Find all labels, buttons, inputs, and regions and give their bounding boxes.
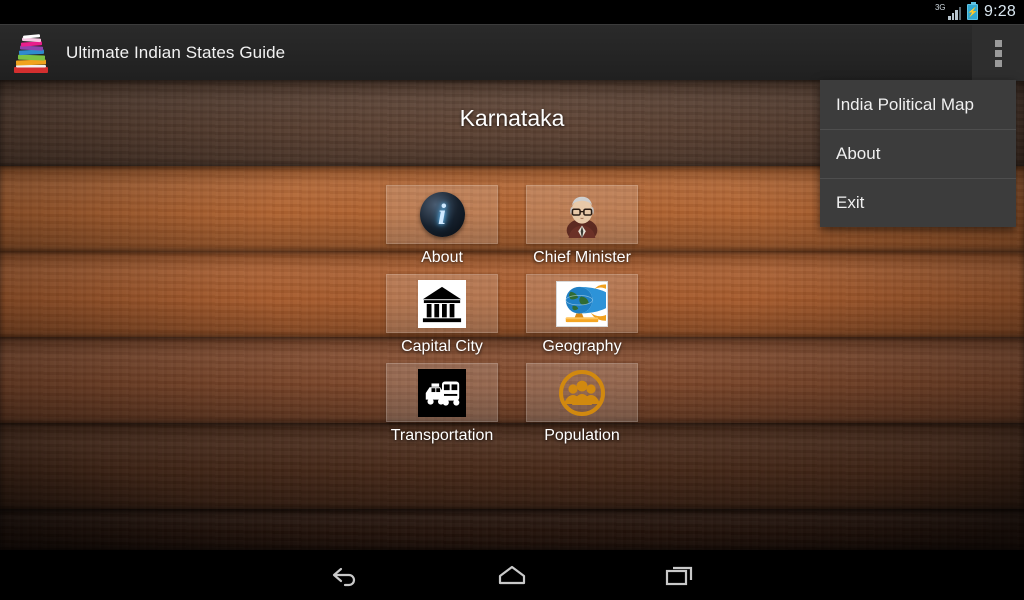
action-bar: Ultimate Indian States Guide — [0, 24, 1024, 81]
grid-row: i About Chief Minister — [386, 185, 638, 274]
grid-item-label: Geography — [542, 338, 622, 355]
grid-item-tile[interactable] — [526, 363, 638, 422]
grid-item-tile[interactable]: i — [386, 185, 498, 244]
people-group-icon — [559, 369, 605, 416]
navigation-bar — [0, 550, 1024, 600]
status-bar-clock: 9:28 — [984, 3, 1016, 20]
grid-item-tile[interactable] — [526, 274, 638, 333]
status-bar-indicators: 3G ⚡ 9:28 — [935, 2, 1016, 21]
grid-item-tile[interactable] — [386, 274, 498, 333]
grid-item-label: Population — [544, 427, 620, 444]
grid-item-label: Capital City — [401, 338, 483, 355]
grid-item-tile[interactable] — [526, 185, 638, 244]
grid-item-population[interactable]: Population — [526, 363, 638, 452]
globe-stand-icon — [556, 280, 624, 327]
grid-item-about[interactable]: i About — [386, 185, 498, 274]
overflow-menu-icon[interactable] — [972, 25, 1024, 81]
home-icon[interactable] — [482, 554, 542, 596]
politician-portrait-icon — [566, 196, 598, 238]
classical-building-icon — [418, 279, 466, 328]
battery-charging-icon: ⚡ — [967, 2, 978, 20]
status-bar: 3G ⚡ 9:28 — [0, 0, 1024, 24]
grid-row: Capital City Geography — [386, 274, 638, 363]
overflow-menu: India Political Map About Exit — [820, 80, 1016, 227]
grid-item-chief-minister[interactable]: Chief Minister — [526, 185, 638, 274]
signal-bars-icon: 3G — [935, 2, 962, 21]
grid-item-tile[interactable] — [386, 363, 498, 422]
grid-item-label: About — [421, 249, 463, 266]
grid-item-capital-city[interactable]: Capital City — [386, 274, 498, 363]
device-screen: Karnataka i About Chief Minister Capital… — [0, 0, 1024, 600]
back-arrow-icon[interactable] — [314, 554, 374, 596]
taxi-bus-icon — [418, 368, 466, 417]
signal-strength-bars — [948, 6, 962, 20]
menu-item-exit[interactable]: Exit — [820, 178, 1016, 227]
grid-item-label: Chief Minister — [533, 249, 631, 266]
network-type-label: 3G — [935, 2, 946, 12]
app-title: Ultimate Indian States Guide — [66, 42, 286, 62]
menu-item-about[interactable]: About — [820, 129, 1016, 178]
grid-item-label: Transportation — [390, 427, 494, 444]
grid-item-geography[interactable]: Geography — [526, 274, 638, 363]
menu-item-india-political-map[interactable]: India Political Map — [820, 80, 1016, 129]
grid-row: Transportation Population — [386, 363, 638, 452]
recent-apps-icon[interactable] — [650, 554, 710, 596]
book-stack-icon — [8, 29, 56, 77]
grid-item-transportation[interactable]: Transportation — [386, 363, 498, 452]
info-circle-icon: i — [419, 192, 465, 237]
